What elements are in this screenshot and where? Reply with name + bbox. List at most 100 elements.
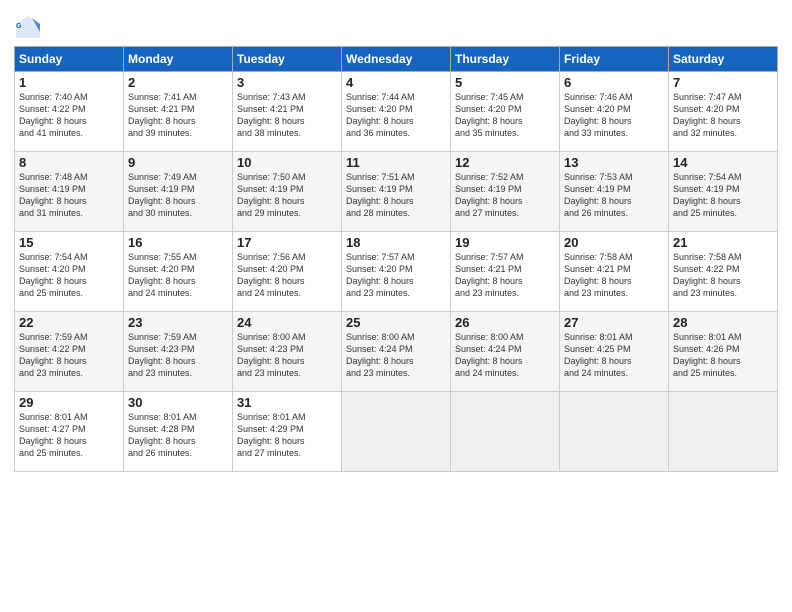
day-number: 19 xyxy=(455,235,555,250)
logo: G xyxy=(14,14,45,42)
day-info: Sunrise: 8:01 AM Sunset: 4:28 PM Dayligh… xyxy=(128,411,228,460)
day-info: Sunrise: 7:41 AM Sunset: 4:21 PM Dayligh… xyxy=(128,91,228,140)
header-cell-thursday: Thursday xyxy=(451,47,560,72)
day-number: 28 xyxy=(673,315,773,330)
day-number: 20 xyxy=(564,235,664,250)
svg-text:G: G xyxy=(16,23,22,30)
day-info: Sunrise: 7:54 AM Sunset: 4:19 PM Dayligh… xyxy=(673,171,773,220)
day-info: Sunrise: 8:01 AM Sunset: 4:25 PM Dayligh… xyxy=(564,331,664,380)
calendar-cell: 1Sunrise: 7:40 AM Sunset: 4:22 PM Daylig… xyxy=(15,72,124,152)
calendar-cell: 16Sunrise: 7:55 AM Sunset: 4:20 PM Dayli… xyxy=(124,232,233,312)
day-info: Sunrise: 7:54 AM Sunset: 4:20 PM Dayligh… xyxy=(19,251,119,300)
day-info: Sunrise: 7:57 AM Sunset: 4:20 PM Dayligh… xyxy=(346,251,446,300)
day-number: 15 xyxy=(19,235,119,250)
calendar-cell: 25Sunrise: 8:00 AM Sunset: 4:24 PM Dayli… xyxy=(342,312,451,392)
day-info: Sunrise: 7:45 AM Sunset: 4:20 PM Dayligh… xyxy=(455,91,555,140)
page-container: G SundayMondayTuesdayWednesdayThursdayFr… xyxy=(0,0,792,480)
calendar-cell xyxy=(451,392,560,472)
day-info: Sunrise: 7:47 AM Sunset: 4:20 PM Dayligh… xyxy=(673,91,773,140)
calendar-table: SundayMondayTuesdayWednesdayThursdayFrid… xyxy=(14,46,778,472)
day-info: Sunrise: 7:40 AM Sunset: 4:22 PM Dayligh… xyxy=(19,91,119,140)
calendar-cell: 5Sunrise: 7:45 AM Sunset: 4:20 PM Daylig… xyxy=(451,72,560,152)
day-info: Sunrise: 7:59 AM Sunset: 4:22 PM Dayligh… xyxy=(19,331,119,380)
calendar-body: 1Sunrise: 7:40 AM Sunset: 4:22 PM Daylig… xyxy=(15,72,778,472)
calendar-cell: 30Sunrise: 8:01 AM Sunset: 4:28 PM Dayli… xyxy=(124,392,233,472)
day-number: 27 xyxy=(564,315,664,330)
calendar-week-2: 8Sunrise: 7:48 AM Sunset: 4:19 PM Daylig… xyxy=(15,152,778,232)
calendar-cell: 21Sunrise: 7:58 AM Sunset: 4:22 PM Dayli… xyxy=(669,232,778,312)
day-info: Sunrise: 7:58 AM Sunset: 4:21 PM Dayligh… xyxy=(564,251,664,300)
day-info: Sunrise: 8:00 AM Sunset: 4:24 PM Dayligh… xyxy=(346,331,446,380)
day-number: 26 xyxy=(455,315,555,330)
header-cell-monday: Monday xyxy=(124,47,233,72)
header-row: G xyxy=(14,10,778,42)
calendar-cell xyxy=(669,392,778,472)
calendar-cell xyxy=(560,392,669,472)
calendar-cell: 8Sunrise: 7:48 AM Sunset: 4:19 PM Daylig… xyxy=(15,152,124,232)
day-info: Sunrise: 7:58 AM Sunset: 4:22 PM Dayligh… xyxy=(673,251,773,300)
calendar-cell: 7Sunrise: 7:47 AM Sunset: 4:20 PM Daylig… xyxy=(669,72,778,152)
day-number: 13 xyxy=(564,155,664,170)
calendar-week-4: 22Sunrise: 7:59 AM Sunset: 4:22 PM Dayli… xyxy=(15,312,778,392)
calendar-cell: 20Sunrise: 7:58 AM Sunset: 4:21 PM Dayli… xyxy=(560,232,669,312)
day-info: Sunrise: 8:00 AM Sunset: 4:23 PM Dayligh… xyxy=(237,331,337,380)
calendar-cell: 10Sunrise: 7:50 AM Sunset: 4:19 PM Dayli… xyxy=(233,152,342,232)
day-info: Sunrise: 8:01 AM Sunset: 4:27 PM Dayligh… xyxy=(19,411,119,460)
day-number: 10 xyxy=(237,155,337,170)
day-number: 18 xyxy=(346,235,446,250)
calendar-cell: 31Sunrise: 8:01 AM Sunset: 4:29 PM Dayli… xyxy=(233,392,342,472)
calendar-cell: 12Sunrise: 7:52 AM Sunset: 4:19 PM Dayli… xyxy=(451,152,560,232)
day-info: Sunrise: 7:56 AM Sunset: 4:20 PM Dayligh… xyxy=(237,251,337,300)
day-number: 21 xyxy=(673,235,773,250)
calendar-week-5: 29Sunrise: 8:01 AM Sunset: 4:27 PM Dayli… xyxy=(15,392,778,472)
day-number: 4 xyxy=(346,75,446,90)
day-number: 9 xyxy=(128,155,228,170)
day-number: 11 xyxy=(346,155,446,170)
calendar-cell: 3Sunrise: 7:43 AM Sunset: 4:21 PM Daylig… xyxy=(233,72,342,152)
calendar-cell xyxy=(342,392,451,472)
day-info: Sunrise: 7:46 AM Sunset: 4:20 PM Dayligh… xyxy=(564,91,664,140)
calendar-cell: 15Sunrise: 7:54 AM Sunset: 4:20 PM Dayli… xyxy=(15,232,124,312)
day-number: 5 xyxy=(455,75,555,90)
day-number: 8 xyxy=(19,155,119,170)
calendar-cell: 9Sunrise: 7:49 AM Sunset: 4:19 PM Daylig… xyxy=(124,152,233,232)
calendar-cell: 18Sunrise: 7:57 AM Sunset: 4:20 PM Dayli… xyxy=(342,232,451,312)
day-number: 6 xyxy=(564,75,664,90)
day-info: Sunrise: 7:55 AM Sunset: 4:20 PM Dayligh… xyxy=(128,251,228,300)
day-info: Sunrise: 7:49 AM Sunset: 4:19 PM Dayligh… xyxy=(128,171,228,220)
day-info: Sunrise: 7:48 AM Sunset: 4:19 PM Dayligh… xyxy=(19,171,119,220)
calendar-cell: 28Sunrise: 8:01 AM Sunset: 4:26 PM Dayli… xyxy=(669,312,778,392)
day-number: 3 xyxy=(237,75,337,90)
day-number: 31 xyxy=(237,395,337,410)
calendar-week-1: 1Sunrise: 7:40 AM Sunset: 4:22 PM Daylig… xyxy=(15,72,778,152)
header-cell-wednesday: Wednesday xyxy=(342,47,451,72)
calendar-cell: 6Sunrise: 7:46 AM Sunset: 4:20 PM Daylig… xyxy=(560,72,669,152)
calendar-cell: 2Sunrise: 7:41 AM Sunset: 4:21 PM Daylig… xyxy=(124,72,233,152)
calendar-cell: 14Sunrise: 7:54 AM Sunset: 4:19 PM Dayli… xyxy=(669,152,778,232)
day-info: Sunrise: 7:53 AM Sunset: 4:19 PM Dayligh… xyxy=(564,171,664,220)
day-info: Sunrise: 7:57 AM Sunset: 4:21 PM Dayligh… xyxy=(455,251,555,300)
calendar-cell: 19Sunrise: 7:57 AM Sunset: 4:21 PM Dayli… xyxy=(451,232,560,312)
day-info: Sunrise: 7:50 AM Sunset: 4:19 PM Dayligh… xyxy=(237,171,337,220)
day-info: Sunrise: 8:01 AM Sunset: 4:26 PM Dayligh… xyxy=(673,331,773,380)
header-cell-friday: Friday xyxy=(560,47,669,72)
day-info: Sunrise: 7:52 AM Sunset: 4:19 PM Dayligh… xyxy=(455,171,555,220)
calendar-header: SundayMondayTuesdayWednesdayThursdayFrid… xyxy=(15,47,778,72)
day-info: Sunrise: 7:43 AM Sunset: 4:21 PM Dayligh… xyxy=(237,91,337,140)
calendar-cell: 22Sunrise: 7:59 AM Sunset: 4:22 PM Dayli… xyxy=(15,312,124,392)
day-number: 24 xyxy=(237,315,337,330)
calendar-cell: 24Sunrise: 8:00 AM Sunset: 4:23 PM Dayli… xyxy=(233,312,342,392)
calendar-cell: 26Sunrise: 8:00 AM Sunset: 4:24 PM Dayli… xyxy=(451,312,560,392)
header-cell-sunday: Sunday xyxy=(15,47,124,72)
calendar-cell: 11Sunrise: 7:51 AM Sunset: 4:19 PM Dayli… xyxy=(342,152,451,232)
day-number: 30 xyxy=(128,395,228,410)
logo-icon: G xyxy=(14,14,42,42)
day-number: 7 xyxy=(673,75,773,90)
calendar-cell: 27Sunrise: 8:01 AM Sunset: 4:25 PM Dayli… xyxy=(560,312,669,392)
day-number: 23 xyxy=(128,315,228,330)
day-number: 2 xyxy=(128,75,228,90)
calendar-cell: 13Sunrise: 7:53 AM Sunset: 4:19 PM Dayli… xyxy=(560,152,669,232)
header-cell-tuesday: Tuesday xyxy=(233,47,342,72)
header-cell-saturday: Saturday xyxy=(669,47,778,72)
day-number: 16 xyxy=(128,235,228,250)
